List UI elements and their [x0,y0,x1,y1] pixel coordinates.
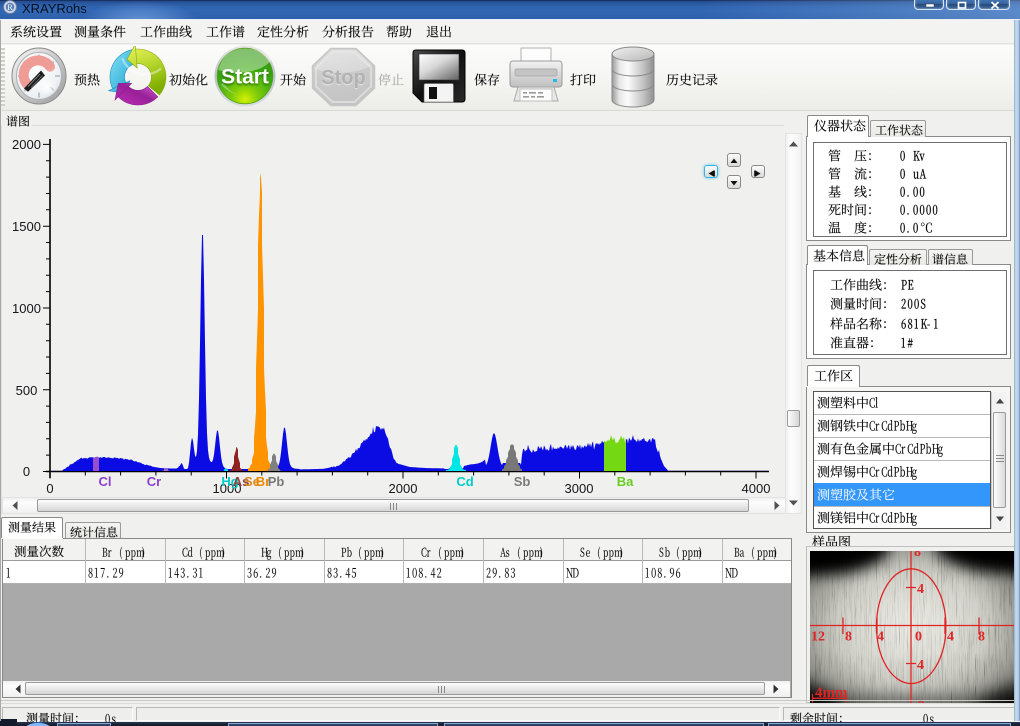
svg-text:4: 4 [947,630,954,645]
svg-text:8: 8 [914,551,921,560]
svg-text:4: 4 [917,658,924,673]
svg-text:8: 8 [845,630,852,645]
svg-text:R: R [7,3,13,12]
svg-text:8: 8 [978,630,985,645]
svg-text:4: 4 [917,582,924,597]
svg-text:Stop: Stop [321,67,365,89]
svg-text:12: 12 [811,630,825,645]
svg-text:4: 4 [877,630,884,645]
svg-text:Start: Start [221,66,269,89]
svg-text:0: 0 [915,630,922,645]
svg-text:4mm: 4mm [815,685,848,701]
